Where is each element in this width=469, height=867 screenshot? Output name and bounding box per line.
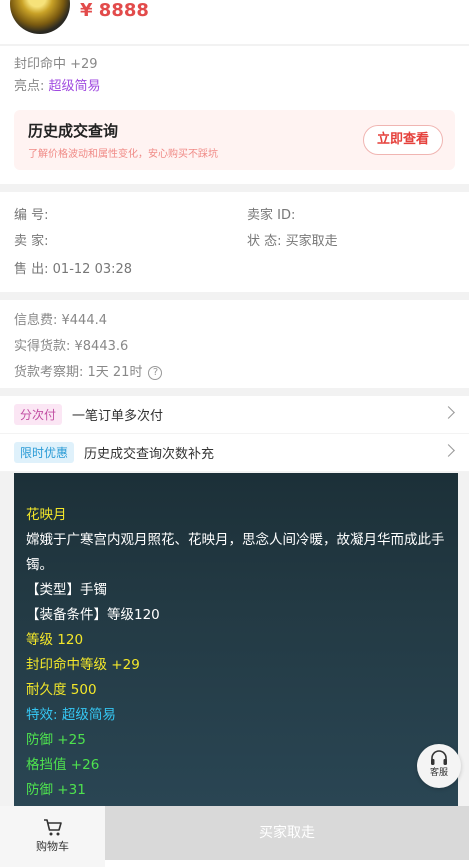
status-label: 状 态: [247,234,282,249]
page: ¥ 8888 封印命中 +29 亮点: 超级简易 历史成交查询 了解价格波动和属… [0,0,469,867]
fee-info: 信息费: ¥444.4 实得货款: ¥8443.6 货款考察期: 1天 21时 … [0,300,469,388]
bottom-action-bar: 购物车 买家取走 [0,806,469,867]
promo-limited-offer[interactable]: 限时优惠 历史成交查询次数补充 [0,434,469,472]
seller-id-label: 卖家 ID: [247,208,296,223]
item-summary: 封印命中 +29 亮点: 超级简易 历史成交查询 了解价格波动和属性变化，安心购… [0,46,469,184]
item-level: 等级 120 [26,632,84,648]
seller-label: 卖 家: [14,234,49,249]
promo-installment[interactable]: 分次付 一笔订单多次付 [0,396,469,434]
question-circle-icon[interactable]: ? [148,366,163,380]
received-amount: 实得货款: ¥8443.6 [14,339,129,354]
highlight-value: 超级简易 [48,79,101,94]
item-durability: 耐久度 500 [26,682,97,698]
item-type: 【类型】手镯 [26,582,107,598]
view-history-button[interactable]: 立即查看 [363,125,443,155]
chevron-right-icon [442,406,455,419]
promo-text: 一笔订单多次付 [72,409,164,424]
promo-tag: 限时优惠 [14,442,75,463]
period-text: 货款考察期: 1天 21时 [14,365,143,380]
status-value: 买家取走 [285,234,338,249]
shopping-cart-icon [43,819,62,836]
customer-service-button[interactable]: 客服 [417,744,461,788]
sold-field: 售 出: 01-12 03:28 [14,258,132,277]
item-name: 花映月 [26,507,67,523]
item-seal-hit: 封印命中等级 +29 [26,657,140,673]
item-defense-1: 防御 +25 [26,732,86,748]
sold-label: 售 出: [14,262,49,277]
summary-line: 封印命中 +29 [14,57,98,72]
period-line: 货款考察期: 1天 21时 ? [14,360,455,386]
shopping-cart-button[interactable]: 购物车 [0,806,105,867]
item-block: 格挡值 +26 [26,757,100,773]
cart-label: 购物车 [36,840,69,853]
highlight-label: 亮点: [14,79,45,94]
promo-list: 分次付 一笔订单多次付 限时优惠 历史成交查询次数补充 [0,396,469,472]
service-label: 客服 [429,768,448,778]
item-defense-2: 防御 +31 [26,782,86,798]
item-lore: 嫦娥于广寒宫内观月照花、花映月，思念人间冷暖，故凝月华而成此手镯。 [26,532,445,573]
item-price: ¥ 8888 [80,0,149,21]
trade-detail: 编 号: 卖家 ID: 卖 家: 状 态: 买家取走 售 出: 01-12 03… [0,192,469,292]
status-field: 状 态: 买家取走 [247,230,338,249]
item-description-panel: 花映月 嫦娥于广寒宫内观月照花、花映月，思念人间冷暖，故凝月华而成此手镯。 【类… [14,473,458,813]
sold-value: 01-12 03:28 [52,262,133,277]
highlight-line: 亮点: 超级简易 [14,76,455,98]
promo-tag: 分次付 [14,404,63,425]
item-thumbnail [10,0,70,34]
item-special: 特效: 超级简易 [26,707,116,723]
info-fee: 信息费: ¥444.4 [14,313,107,328]
item-requirement: 【装备条件】等级120 [26,607,160,623]
chevron-right-icon [442,444,455,457]
id-label: 编 号: [14,208,49,223]
history-query-banner: 历史成交查询 了解价格波动和属性变化，安心购买不踩坑 立即查看 [14,110,455,170]
headset-icon [431,750,447,765]
buy-button[interactable]: 买家取走 [105,806,469,860]
item-header: ¥ 8888 [0,0,469,44]
promo-text: 历史成交查询次数补充 [84,447,215,462]
